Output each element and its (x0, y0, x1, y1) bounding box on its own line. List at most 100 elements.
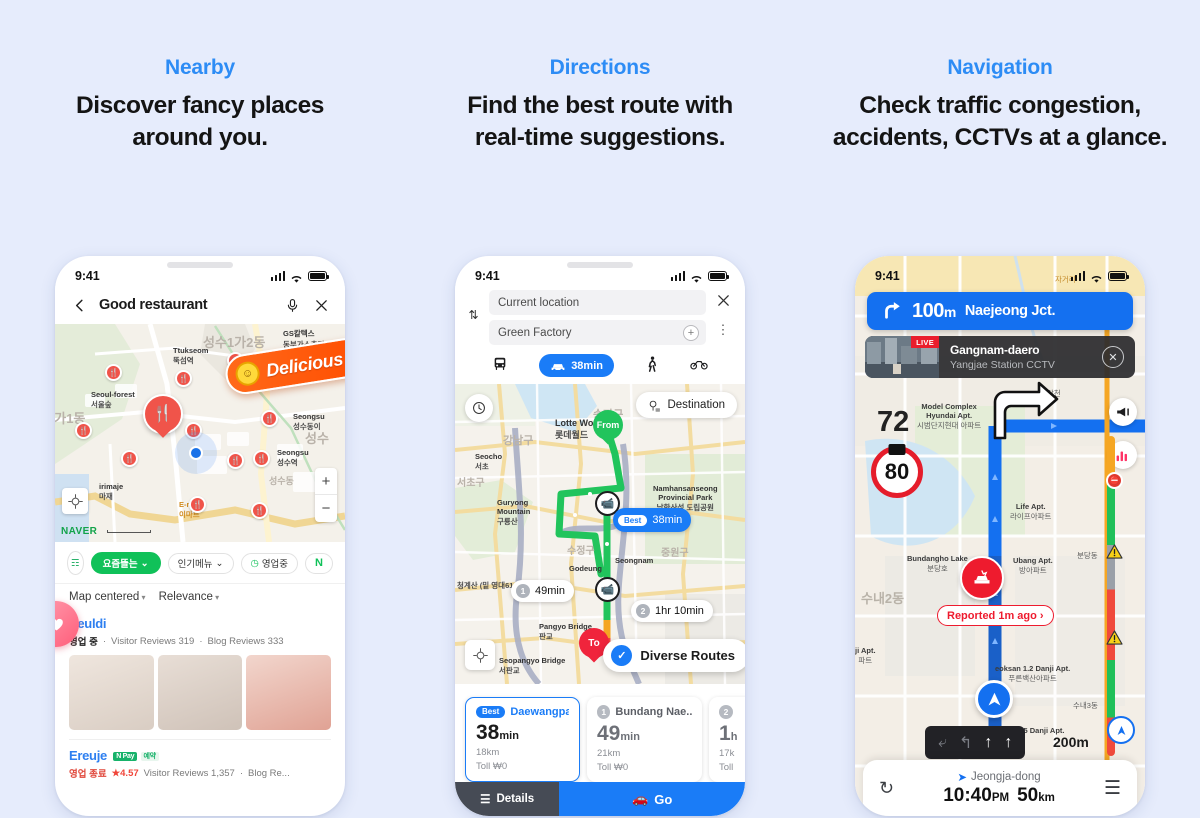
close-icon[interactable] (716, 293, 731, 313)
headline-nearby: Discover fancy places around you. (0, 90, 400, 154)
route-duration: 1h (719, 722, 745, 745)
back-icon[interactable] (70, 296, 88, 314)
report-icon[interactable] (1109, 398, 1137, 426)
poi-marker[interactable]: 🍴 (261, 410, 278, 427)
route-map[interactable]: Lotte World롯데월드 강남구 송파구 Seocho서초 서초구 Gur… (455, 384, 745, 684)
open-now-chip[interactable]: ◷ 영업중 (240, 552, 299, 574)
more-vertical-icon[interactable]: ⋮ (717, 323, 730, 335)
transport-mode-tabs[interactable]: 38min (455, 350, 745, 384)
from-marker[interactable]: From (593, 410, 623, 450)
cctv-thumbnail[interactable]: LIVE (865, 336, 939, 378)
mode-bike[interactable] (689, 357, 708, 375)
route-card-best[interactable]: Best Daewangpa... 38min 18km Toll ₩0 (465, 696, 580, 782)
car-eta: 38min (571, 359, 603, 372)
status-bar: 9:41 (855, 256, 1145, 286)
plus-icon[interactable]: + (683, 324, 699, 341)
speed-camera-icon (888, 444, 906, 455)
selected-place-pin[interactable]: 🍴 (143, 394, 183, 446)
phone-mockup-navigation: Model ComplexHyundai Apt.시범단지현대 아파트 분당천 … (855, 256, 1145, 816)
sort-relevance[interactable]: Relevance (159, 591, 220, 603)
route-action-bar[interactable]: ☰ Details 🚗 Go (455, 782, 745, 816)
headline-line2: real-time suggestions. (474, 124, 726, 152)
search-input[interactable]: Good restaurant (99, 297, 272, 313)
place-name[interactable]: Peuldi (69, 616, 331, 631)
gps-button[interactable] (465, 640, 495, 670)
compass-button[interactable] (1107, 716, 1135, 744)
poi-marker[interactable]: 🍴 (253, 450, 270, 467)
lane-arrow-turn-left-icon: ↰ (958, 734, 973, 752)
turn-instruction-banner: 100m Naejeong Jct. (867, 292, 1133, 330)
navigation-bottom-bar[interactable]: ↻ ➤ Jeongja-dong 10:40PM 50km ☰ (863, 760, 1137, 816)
mode-transit[interactable] (492, 356, 508, 376)
refresh-icon[interactable]: ↻ (879, 778, 894, 799)
filter-settings-icon[interactable]: ☶ (67, 551, 84, 575)
poi-marker[interactable]: 🍴 (105, 364, 122, 381)
route-pill-alt2[interactable]: 2 1hr 10min (631, 600, 713, 622)
filter-chip-row[interactable]: ☶ 요즘뜰는 ⌄ 인기메뉴 ⌄ ◷ 영업중 N (55, 542, 345, 583)
signal-icon (670, 271, 685, 281)
microphone-icon[interactable] (283, 296, 301, 314)
search-bar[interactable]: Good restaurant (55, 286, 345, 324)
zoom-in-button[interactable]: + (315, 468, 337, 495)
details-button[interactable]: ☰ Details (455, 782, 560, 816)
mode-car[interactable]: 38min (539, 354, 614, 377)
accident-marker[interactable] (960, 556, 1004, 600)
result-item-ereuje[interactable]: Ereuje N Pay 예약 영업 종료 ★4.57 Visitor Revi… (55, 740, 345, 780)
nearby-map[interactable]: Ttukseom뚝섬역 GS칼텍스동부가스충전소 Seoul-forest서울숲… (55, 324, 345, 542)
route-input-panel[interactable]: ⇅ Current location Green Factory + ⋮ (455, 286, 745, 350)
place-name[interactable]: Ereuje N Pay 예약 (69, 748, 331, 763)
popular-menu-chip[interactable]: 인기메뉴 ⌄ (167, 552, 234, 574)
lane-arrow-straight-icon: ↑ (984, 733, 993, 751)
poi-marker[interactable]: 🍴 (189, 496, 206, 513)
zoom-out-button[interactable]: − (315, 495, 337, 522)
photo-thumb[interactable] (157, 655, 243, 730)
close-icon[interactable] (312, 296, 330, 314)
lane-guide: ⤶ ↰ ↑ ↑ (925, 726, 1026, 759)
route-card-alt2[interactable]: 2 1h 17k Toll (709, 696, 745, 782)
go-label: Go (654, 791, 673, 807)
photo-thumb[interactable] (69, 655, 154, 730)
close-icon[interactable]: ✕ (1102, 346, 1124, 368)
poi-marker[interactable]: 🍴 (251, 502, 268, 519)
swap-endpoints-button[interactable]: ⇅ (465, 290, 482, 322)
diverse-routes-label: Diverse Routes (640, 648, 735, 663)
poi-marker[interactable]: 🍴 (175, 370, 192, 387)
route-card-alt1[interactable]: 1 Bundang Nae... 49min 21km Toll ₩0 (587, 696, 702, 782)
hamburger-icon[interactable]: ☰ (1104, 777, 1121, 800)
origin-field[interactable]: Current location (489, 290, 706, 315)
status-bar: 9:41 (55, 256, 345, 286)
photo-thumb[interactable] (246, 655, 332, 730)
route-pill-alt1[interactable]: 1 49min (511, 580, 574, 602)
naver-pay-chip[interactable]: N (305, 552, 333, 574)
speed-limit-sign: 80 (871, 444, 923, 498)
poi-marker[interactable]: 🍴 (227, 452, 244, 469)
cctv-text: Gangnam-daero Yangjae Station CCTV (939, 343, 1102, 371)
gps-button[interactable] (62, 488, 88, 514)
destination-row: ➤ Jeongja-dong (906, 770, 1092, 784)
destination-pill[interactable]: Destination (636, 392, 737, 418)
poi-marker[interactable]: 🍴 (75, 422, 92, 439)
departure-time-button[interactable] (465, 394, 493, 422)
sort-map-centered[interactable]: Map centered (69, 591, 146, 603)
zoom-controls[interactable]: + − (315, 468, 337, 522)
route-pill-best[interactable]: Best 38min (613, 508, 692, 532)
destination-field[interactable]: Green Factory + (489, 320, 706, 345)
cctv-card[interactable]: LIVE Gangnam-daero Yangjae Station CCTV … (865, 336, 1135, 378)
go-button[interactable]: 🚗 Go (559, 782, 745, 816)
diverse-routes-toggle[interactable]: ✓ Diverse Routes (603, 639, 745, 672)
map-label: Seongnam (615, 556, 654, 565)
result-item-peuldi[interactable]: Peuldi 영업 중 · Visitor Reviews 319 · Blog… (55, 601, 345, 740)
sort-row[interactable]: Map centered Relevance (55, 583, 345, 611)
accident-report-label[interactable]: Reported 1m ago › (937, 605, 1054, 626)
route-card-list[interactable]: Best Daewangpa... 38min 18km Toll ₩0 1 B… (455, 696, 745, 782)
eyebrow-directions: Directions (549, 56, 651, 79)
cctv-marker-icon[interactable]: 📹 (595, 577, 620, 602)
eta-time: 10:40 (943, 784, 992, 806)
photo-strip[interactable] (69, 655, 332, 730)
remaining-distance: 50 (1017, 784, 1039, 806)
trending-chip[interactable]: 요즘뜰는 ⌄ (90, 552, 161, 574)
mode-walk[interactable] (645, 355, 659, 376)
map-label: 청계산 (밑 영대61 (457, 581, 514, 590)
promo-page: Nearby Discover fancy places around you.… (0, 0, 1200, 818)
poi-marker[interactable]: 🍴 (121, 450, 138, 467)
